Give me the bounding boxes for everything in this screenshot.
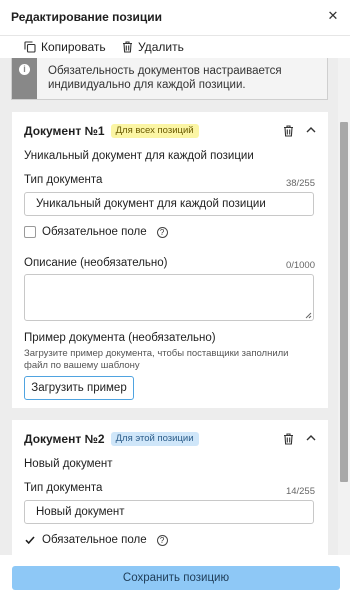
type-counter: 14/255 <box>285 486 315 497</box>
document-type-input[interactable]: Новый документ <box>24 500 314 524</box>
required-label: Обязательное поле <box>42 226 147 238</box>
close-icon[interactable]: ✕ <box>326 9 340 23</box>
trash-icon <box>123 41 132 53</box>
scope-badge: Для этой позиции <box>110 432 199 446</box>
required-label: Обязательное поле <box>42 534 147 546</box>
info-text: Обязательность документов настраивается … <box>48 65 282 91</box>
required-checkbox-row[interactable]: Обязательное поле ? <box>24 226 168 238</box>
document-subtitle: Новый документ <box>24 458 113 470</box>
chevron-up-icon[interactable] <box>306 126 316 134</box>
required-checkbox-row[interactable]: Обязательное поле ? <box>24 534 168 546</box>
trash-icon[interactable] <box>283 433 294 445</box>
document-subtitle: Уникальный документ для каждой позиции <box>24 150 254 162</box>
delete-label: Удалить <box>138 40 184 54</box>
info-icon: i <box>19 64 30 75</box>
dialog-title: Редактирование позиции <box>11 10 163 24</box>
checkmark-icon <box>25 536 35 545</box>
type-label: Тип документа <box>24 482 103 494</box>
description-label: Описание (необязательно) <box>24 257 168 269</box>
example-hint: Загрузите пример документа, чтобы постав… <box>24 348 289 371</box>
document-type-input[interactable]: Уникальный документ для каждой позиции <box>24 192 314 216</box>
type-label: Тип документа <box>24 174 103 186</box>
document-title: Документ №2 <box>24 432 105 446</box>
toolbar: Копировать Удалить <box>0 36 350 58</box>
dialog-footer: Сохранить позицию <box>0 555 350 598</box>
scrollbar-thumb[interactable] <box>340 122 348 482</box>
resize-grip-icon[interactable] <box>305 312 312 319</box>
document-card-1: Документ №1 Для всех позиций Уникальный … <box>12 112 328 408</box>
description-textarea[interactable] <box>24 274 314 321</box>
chevron-up-icon[interactable] <box>306 434 316 442</box>
help-icon[interactable]: ? <box>156 226 168 238</box>
delete-button[interactable]: Удалить <box>122 40 184 54</box>
required-checkbox-checked[interactable] <box>24 534 36 546</box>
scrollbar[interactable] <box>338 58 350 555</box>
document-title: Документ №1 <box>24 124 105 138</box>
scope-badge: Для всех позиций <box>110 124 199 138</box>
upload-example-button[interactable]: Загрузить пример <box>24 376 134 400</box>
document-card-2: Документ №2 Для этой позиции Новый докум… <box>12 420 328 555</box>
example-label: Пример документа (необязательно) <box>24 332 216 344</box>
info-banner: i Обязательность документов настраиваетс… <box>11 58 328 100</box>
copy-label: Копировать <box>41 40 106 54</box>
copy-icon <box>24 41 36 53</box>
help-icon[interactable]: ? <box>156 534 168 546</box>
copy-button[interactable]: Копировать <box>24 40 106 54</box>
dialog-header: Редактирование позиции ✕ <box>0 0 350 36</box>
save-position-button[interactable]: Сохранить позицию <box>12 566 340 590</box>
type-counter: 38/255 <box>285 178 315 189</box>
positions-scroll-area[interactable]: i Обязательность документов настраиваетс… <box>0 58 338 555</box>
description-counter: 0/1000 <box>285 260 315 271</box>
trash-icon[interactable] <box>283 125 294 137</box>
required-checkbox[interactable] <box>24 226 36 238</box>
